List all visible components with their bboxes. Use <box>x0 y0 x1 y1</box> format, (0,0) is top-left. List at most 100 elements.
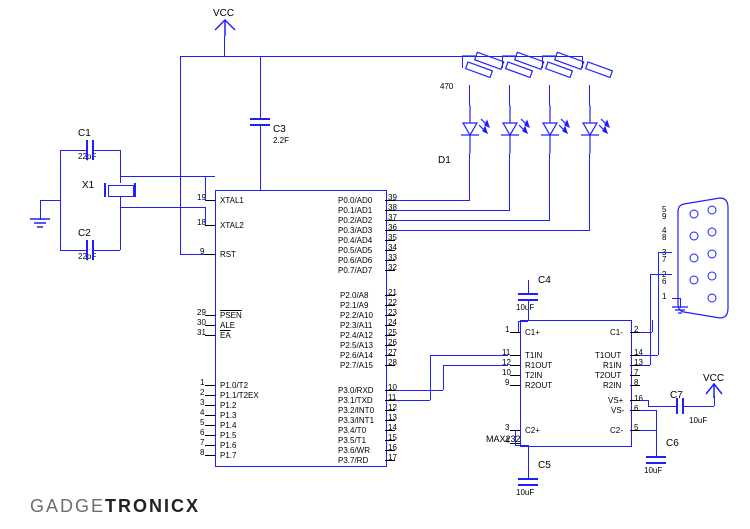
pin-16: P3.6/WR <box>338 446 370 455</box>
m3n: 3 <box>505 423 509 432</box>
pin-31: EA <box>220 331 231 340</box>
pin-15: P3.5/T1 <box>338 436 366 445</box>
pin-29: PSEN <box>220 311 242 320</box>
pin-9: RST <box>220 250 236 259</box>
label-vcc2: VCC <box>703 373 724 384</box>
m4n: 4 <box>505 436 509 445</box>
db9-7: 7 <box>662 255 666 264</box>
m-c2p: C2+ <box>525 426 540 435</box>
r33n: 33 <box>388 253 397 262</box>
m1n: 1 <box>505 325 509 334</box>
m-c1p: C1+ <box>525 328 540 337</box>
label-c1-ref: C1 <box>78 128 91 139</box>
label-c3-ref: C3 <box>273 124 286 135</box>
m8n: 8 <box>634 378 638 387</box>
r23n: 23 <box>388 308 397 317</box>
p3n: 3 <box>200 398 204 407</box>
pin-6: P1.5 <box>220 431 236 440</box>
db9-9: 9 <box>662 212 666 221</box>
m-c2m: C2- <box>610 426 623 435</box>
r25n: 25 <box>388 328 397 337</box>
pin-11: P3.1/TXD <box>338 396 373 405</box>
r35n: 35 <box>388 233 397 242</box>
r16n: 16 <box>388 443 397 452</box>
r26n: 26 <box>388 338 397 347</box>
m-t2out: T2OUT <box>595 371 621 380</box>
r36n: 36 <box>388 223 397 232</box>
label-c6-val: 10uF <box>644 466 662 475</box>
pin-4: P1.3 <box>220 411 236 420</box>
pin-12: P3.2/INT0 <box>338 406 374 415</box>
vcc-symbol-right <box>704 384 724 398</box>
r38n: 38 <box>388 203 397 212</box>
m2n: 2 <box>634 325 638 334</box>
pin-24: P2.3/A11 <box>340 321 372 330</box>
p6n: 6 <box>200 428 204 437</box>
pin-7: P1.6 <box>220 441 236 450</box>
p4n: 4 <box>200 408 204 417</box>
p1n: 1 <box>200 378 204 387</box>
pin-14: P3.4/T0 <box>338 426 366 435</box>
db9-1: 1 <box>662 292 666 301</box>
pin-9-num: 9 <box>200 247 204 256</box>
label-c6-ref: C6 <box>666 438 679 449</box>
label-r470: 470 <box>440 82 453 91</box>
r21n: 21 <box>388 288 397 297</box>
label-c2-ref: C2 <box>78 228 91 239</box>
pin-38: P0.1/AD1 <box>338 206 372 215</box>
r32n: 32 <box>388 263 397 272</box>
led-bank <box>455 105 625 185</box>
pin-31-num: 31 <box>197 328 206 337</box>
pin-19: XTAL1 <box>220 196 244 205</box>
crystal-symbol <box>108 185 134 197</box>
m-r1in: R1IN <box>603 361 621 370</box>
pin-22: P2.1/A9 <box>340 301 368 310</box>
pin-39: P0.0/AD0 <box>338 196 372 205</box>
pin-8: P1.7 <box>220 451 236 460</box>
brand-logo: GADGETRONICX <box>30 496 200 517</box>
label-c3-val: 2.2F <box>273 136 289 145</box>
pin-30: ALE <box>220 321 235 330</box>
m16n: 16 <box>634 394 643 403</box>
label-c7-val: 10uF <box>689 416 707 425</box>
schematic-canvas: VCC 470 D1 <box>0 0 750 529</box>
db9-6: 6 <box>662 277 666 286</box>
r39n: 39 <box>388 193 397 202</box>
pin-10: P3.0/RXD <box>338 386 374 395</box>
pin-27: P2.6/A14 <box>340 351 373 360</box>
pin-33: P0.6/AD6 <box>338 256 372 265</box>
m-r2in: R2IN <box>603 381 621 390</box>
m-vsm: VS- <box>611 406 624 415</box>
pin-36: P0.3/AD3 <box>338 226 372 235</box>
ground-db9 <box>672 307 688 319</box>
r15n: 15 <box>388 433 397 442</box>
m-t2in: T2IN <box>525 371 542 380</box>
m6n: 6 <box>634 404 638 413</box>
pin-17: P3.7/RD <box>338 456 368 465</box>
p2n: 2 <box>200 388 204 397</box>
r17n: 17 <box>388 453 397 462</box>
r22n: 22 <box>388 298 397 307</box>
label-c4-ref: C4 <box>538 275 551 286</box>
pin-23: P2.2/A10 <box>340 311 373 320</box>
pin-25: P2.4/A12 <box>340 331 373 340</box>
pin-18: XTAL2 <box>220 221 244 230</box>
m-t1in: T1IN <box>525 351 542 360</box>
r27n: 27 <box>388 348 397 357</box>
p8n: 8 <box>200 448 204 457</box>
r24n: 24 <box>388 318 397 327</box>
pin-30-num: 30 <box>197 318 206 327</box>
m-c1m: C1- <box>610 328 623 337</box>
m5n: 5 <box>634 423 638 432</box>
label-c4-val: 10uF <box>516 303 534 312</box>
label-d1: D1 <box>438 155 451 166</box>
pin-37: P0.2/AD2 <box>338 216 372 225</box>
pin-2: P1.1/T2EX <box>220 391 259 400</box>
m7n: 7 <box>634 368 638 377</box>
r13n: 13 <box>388 413 397 422</box>
label-c5-ref: C5 <box>538 460 551 471</box>
m-vsp: VS+ <box>608 396 623 405</box>
m-r1out: R1OUT <box>525 361 552 370</box>
r28n: 28 <box>388 358 397 367</box>
m12n: 12 <box>502 358 511 367</box>
